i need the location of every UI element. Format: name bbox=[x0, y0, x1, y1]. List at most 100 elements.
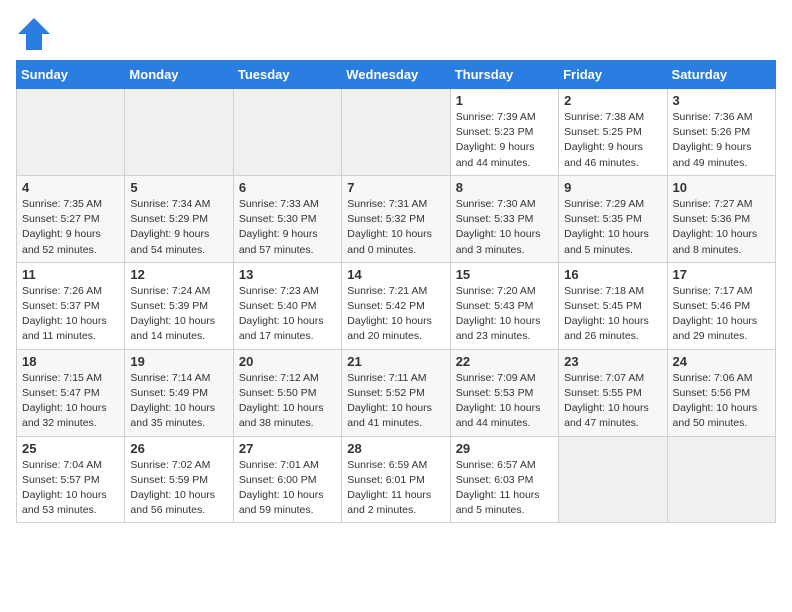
calendar-week-1: 1 Sunrise: 7:39 AM Sunset: 5:23 PM Daylig… bbox=[17, 89, 776, 176]
calendar-cell: 6 Sunrise: 7:33 AM Sunset: 5:30 PM Daylig… bbox=[233, 175, 341, 262]
weekday-header-sunday: Sunday bbox=[17, 61, 125, 89]
day-number: 15 bbox=[456, 267, 553, 282]
day-info: Sunrise: 7:36 AM Sunset: 5:26 PM Dayligh… bbox=[673, 110, 770, 171]
calendar-cell: 14 Sunrise: 7:21 AM Sunset: 5:42 PM Dayli… bbox=[342, 262, 450, 349]
calendar-cell bbox=[342, 89, 450, 176]
calendar-week-5: 25 Sunrise: 7:04 AM Sunset: 5:57 PM Dayli… bbox=[17, 436, 776, 523]
day-number: 7 bbox=[347, 180, 444, 195]
logo-icon bbox=[16, 16, 52, 52]
day-info: Sunrise: 7:01 AM Sunset: 6:00 PM Dayligh… bbox=[239, 458, 336, 519]
calendar-cell bbox=[125, 89, 233, 176]
calendar-cell: 27 Sunrise: 7:01 AM Sunset: 6:00 PM Dayli… bbox=[233, 436, 341, 523]
day-number: 2 bbox=[564, 93, 661, 108]
calendar-cell: 12 Sunrise: 7:24 AM Sunset: 5:39 PM Dayli… bbox=[125, 262, 233, 349]
day-number: 21 bbox=[347, 354, 444, 369]
day-info: Sunrise: 7:35 AM Sunset: 5:27 PM Dayligh… bbox=[22, 197, 119, 258]
weekday-header-wednesday: Wednesday bbox=[342, 61, 450, 89]
calendar-cell: 19Sunrise: 7:14 AM Sunset: 5:49 PM Dayli… bbox=[125, 349, 233, 436]
day-number: 23 bbox=[564, 354, 661, 369]
calendar-cell: 25 Sunrise: 7:04 AM Sunset: 5:57 PM Dayli… bbox=[17, 436, 125, 523]
day-info: Sunrise: 7:02 AM Sunset: 5:59 PM Dayligh… bbox=[130, 458, 227, 519]
day-info: Sunrise: 7:04 AM Sunset: 5:57 PM Dayligh… bbox=[22, 458, 119, 519]
calendar-cell: 10Sunrise: 7:27 AM Sunset: 5:36 PM Dayli… bbox=[667, 175, 775, 262]
day-info: Sunrise: 7:11 AM Sunset: 5:52 PM Dayligh… bbox=[347, 371, 444, 432]
day-info: Sunrise: 7:39 AM Sunset: 5:23 PM Dayligh… bbox=[456, 110, 553, 171]
day-number: 13 bbox=[239, 267, 336, 282]
weekday-header-thursday: Thursday bbox=[450, 61, 558, 89]
day-info: Sunrise: 7:06 AM Sunset: 5:56 PM Dayligh… bbox=[673, 371, 770, 432]
calendar-cell: 1 Sunrise: 7:39 AM Sunset: 5:23 PM Daylig… bbox=[450, 89, 558, 176]
calendar-cell: 28 Sunrise: 6:59 AM Sunset: 6:01 PM Dayli… bbox=[342, 436, 450, 523]
day-number: 17 bbox=[673, 267, 770, 282]
day-info: Sunrise: 7:29 AM Sunset: 5:35 PM Dayligh… bbox=[564, 197, 661, 258]
day-number: 11 bbox=[22, 267, 119, 282]
day-number: 26 bbox=[130, 441, 227, 456]
day-number: 6 bbox=[239, 180, 336, 195]
day-number: 1 bbox=[456, 93, 553, 108]
day-info: Sunrise: 7:09 AM Sunset: 5:53 PM Dayligh… bbox=[456, 371, 553, 432]
day-number: 8 bbox=[456, 180, 553, 195]
day-number: 18 bbox=[22, 354, 119, 369]
day-number: 16 bbox=[564, 267, 661, 282]
calendar-cell: 16 Sunrise: 7:18 AM Sunset: 5:45 PM Dayli… bbox=[559, 262, 667, 349]
calendar-week-4: 18Sunrise: 7:15 AM Sunset: 5:47 PM Dayli… bbox=[17, 349, 776, 436]
calendar: SundayMondayTuesdayWednesdayThursdayFrid… bbox=[16, 60, 776, 523]
day-number: 27 bbox=[239, 441, 336, 456]
calendar-cell: 20 Sunrise: 7:12 AM Sunset: 5:50 PM Dayli… bbox=[233, 349, 341, 436]
day-number: 4 bbox=[22, 180, 119, 195]
day-number: 3 bbox=[673, 93, 770, 108]
day-info: Sunrise: 7:38 AM Sunset: 5:25 PM Dayligh… bbox=[564, 110, 661, 171]
day-info: Sunrise: 7:18 AM Sunset: 5:45 PM Dayligh… bbox=[564, 284, 661, 345]
day-info: Sunrise: 7:24 AM Sunset: 5:39 PM Dayligh… bbox=[130, 284, 227, 345]
weekday-header-tuesday: Tuesday bbox=[233, 61, 341, 89]
day-info: Sunrise: 7:30 AM Sunset: 5:33 PM Dayligh… bbox=[456, 197, 553, 258]
calendar-cell bbox=[17, 89, 125, 176]
calendar-week-2: 4 Sunrise: 7:35 AM Sunset: 5:27 PM Daylig… bbox=[17, 175, 776, 262]
calendar-cell: 17 Sunrise: 7:17 AM Sunset: 5:46 PM Dayli… bbox=[667, 262, 775, 349]
day-number: 9 bbox=[564, 180, 661, 195]
day-info: Sunrise: 6:57 AM Sunset: 6:03 PM Dayligh… bbox=[456, 458, 553, 519]
calendar-body: 1 Sunrise: 7:39 AM Sunset: 5:23 PM Daylig… bbox=[17, 89, 776, 523]
day-info: Sunrise: 7:17 AM Sunset: 5:46 PM Dayligh… bbox=[673, 284, 770, 345]
calendar-cell: 4 Sunrise: 7:35 AM Sunset: 5:27 PM Daylig… bbox=[17, 175, 125, 262]
day-number: 12 bbox=[130, 267, 227, 282]
calendar-cell: 18Sunrise: 7:15 AM Sunset: 5:47 PM Dayli… bbox=[17, 349, 125, 436]
weekday-row: SundayMondayTuesdayWednesdayThursdayFrid… bbox=[17, 61, 776, 89]
calendar-cell: 29 Sunrise: 6:57 AM Sunset: 6:03 PM Dayli… bbox=[450, 436, 558, 523]
day-info: Sunrise: 7:20 AM Sunset: 5:43 PM Dayligh… bbox=[456, 284, 553, 345]
calendar-week-3: 11 Sunrise: 7:26 AM Sunset: 5:37 PM Dayli… bbox=[17, 262, 776, 349]
day-info: Sunrise: 7:07 AM Sunset: 5:55 PM Dayligh… bbox=[564, 371, 661, 432]
calendar-cell: 13 Sunrise: 7:23 AM Sunset: 5:40 PM Dayli… bbox=[233, 262, 341, 349]
calendar-cell: 15 Sunrise: 7:20 AM Sunset: 5:43 PM Dayli… bbox=[450, 262, 558, 349]
day-number: 10 bbox=[673, 180, 770, 195]
day-number: 20 bbox=[239, 354, 336, 369]
calendar-cell bbox=[667, 436, 775, 523]
calendar-cell: 2 Sunrise: 7:38 AM Sunset: 5:25 PM Daylig… bbox=[559, 89, 667, 176]
calendar-cell: 26 Sunrise: 7:02 AM Sunset: 5:59 PM Dayli… bbox=[125, 436, 233, 523]
day-number: 28 bbox=[347, 441, 444, 456]
day-number: 19 bbox=[130, 354, 227, 369]
day-number: 14 bbox=[347, 267, 444, 282]
weekday-header-monday: Monday bbox=[125, 61, 233, 89]
day-info: Sunrise: 7:33 AM Sunset: 5:30 PM Dayligh… bbox=[239, 197, 336, 258]
calendar-cell bbox=[559, 436, 667, 523]
day-info: Sunrise: 6:59 AM Sunset: 6:01 PM Dayligh… bbox=[347, 458, 444, 519]
day-number: 5 bbox=[130, 180, 227, 195]
day-info: Sunrise: 7:31 AM Sunset: 5:32 PM Dayligh… bbox=[347, 197, 444, 258]
calendar-cell: 21 Sunrise: 7:11 AM Sunset: 5:52 PM Dayli… bbox=[342, 349, 450, 436]
weekday-header-friday: Friday bbox=[559, 61, 667, 89]
calendar-cell: 7 Sunrise: 7:31 AM Sunset: 5:32 PM Daylig… bbox=[342, 175, 450, 262]
logo bbox=[16, 16, 58, 52]
calendar-cell: 9 Sunrise: 7:29 AM Sunset: 5:35 PM Daylig… bbox=[559, 175, 667, 262]
day-number: 29 bbox=[456, 441, 553, 456]
calendar-cell: 3 Sunrise: 7:36 AM Sunset: 5:26 PM Daylig… bbox=[667, 89, 775, 176]
day-info: Sunrise: 7:21 AM Sunset: 5:42 PM Dayligh… bbox=[347, 284, 444, 345]
day-info: Sunrise: 7:12 AM Sunset: 5:50 PM Dayligh… bbox=[239, 371, 336, 432]
day-info: Sunrise: 7:34 AM Sunset: 5:29 PM Dayligh… bbox=[130, 197, 227, 258]
header bbox=[16, 16, 776, 52]
day-info: Sunrise: 7:26 AM Sunset: 5:37 PM Dayligh… bbox=[22, 284, 119, 345]
calendar-header: SundayMondayTuesdayWednesdayThursdayFrid… bbox=[17, 61, 776, 89]
calendar-cell: 23 Sunrise: 7:07 AM Sunset: 5:55 PM Dayli… bbox=[559, 349, 667, 436]
day-number: 25 bbox=[22, 441, 119, 456]
day-info: Sunrise: 7:23 AM Sunset: 5:40 PM Dayligh… bbox=[239, 284, 336, 345]
